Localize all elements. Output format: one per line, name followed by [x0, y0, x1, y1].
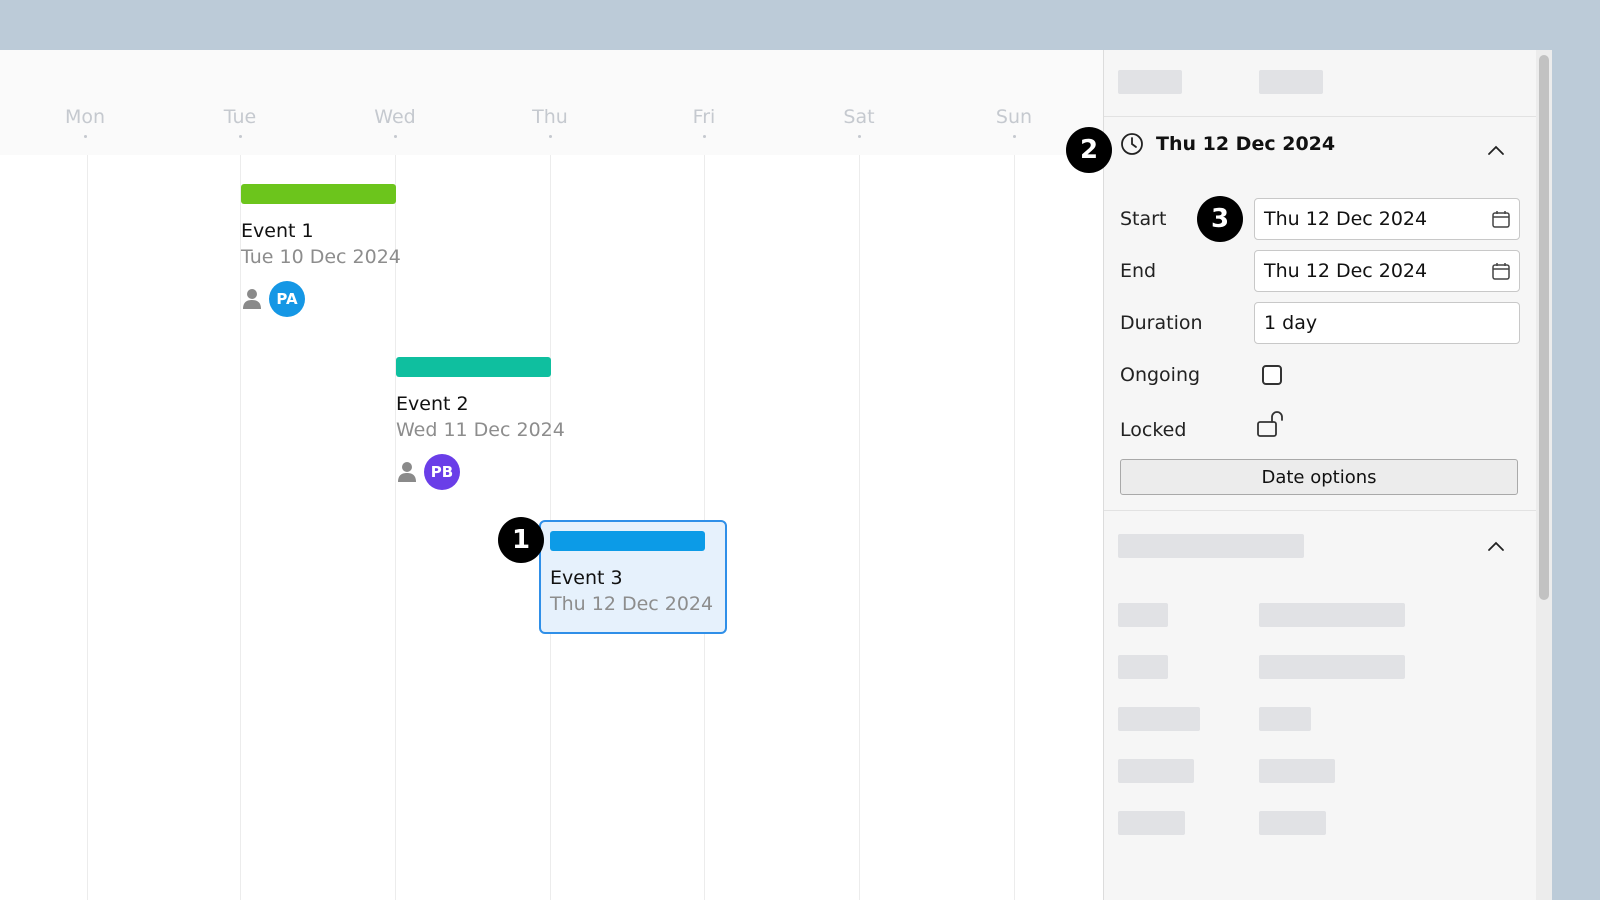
date-section-header[interactable]: Thu 12 Dec 2024	[1120, 132, 1335, 156]
locked-label: Locked	[1120, 419, 1187, 441]
event-2-name: Event 2	[396, 393, 469, 415]
skeleton-placeholder	[1118, 811, 1185, 835]
day-dot	[238, 135, 242, 138]
person-icon	[398, 462, 416, 482]
collapse-date-section-button[interactable]	[1484, 138, 1508, 162]
event-2-bar[interactable]	[396, 357, 551, 377]
event-1-name: Event 1	[241, 220, 314, 242]
day-header-row: Mon Tue Wed Thu Fri Sat Sun	[0, 50, 1103, 155]
event-1-assignee: PA	[243, 281, 305, 317]
duration-input[interactable]: 1 day	[1254, 302, 1520, 344]
duration-value: 1 day	[1264, 312, 1318, 334]
skeleton-placeholder	[1118, 70, 1182, 94]
gridline	[1014, 155, 1015, 900]
event-1-bar[interactable]	[241, 184, 396, 204]
start-date-input[interactable]: Thu 12 Dec 2024	[1254, 198, 1520, 240]
event-3[interactable]: Event 3 Thu 12 Dec 2024	[550, 531, 720, 631]
day-dot	[702, 135, 706, 138]
gridline	[87, 155, 88, 900]
skeleton-placeholder	[1118, 759, 1194, 783]
event-3-date: Thu 12 Dec 2024	[550, 593, 714, 615]
day-dot	[393, 135, 397, 138]
event-2-assignee: PB	[398, 454, 460, 490]
date-options-button[interactable]: Date options	[1120, 459, 1518, 495]
event-1[interactable]: Event 1 Tue 10 Dec 2024 PA	[241, 184, 441, 324]
day-dot	[857, 135, 861, 138]
unlocked-padlock-icon[interactable]	[1256, 410, 1288, 438]
clock-icon	[1121, 133, 1143, 155]
start-label: Start	[1120, 208, 1167, 230]
panel-scrollbar-thumb[interactable]	[1539, 55, 1549, 600]
event-2[interactable]: Event 2 Wed 11 Dec 2024 PB	[396, 357, 596, 497]
day-label-thu: Thu	[532, 106, 568, 128]
skeleton-placeholder	[1259, 70, 1323, 94]
ongoing-label: Ongoing	[1120, 364, 1201, 386]
day-dot	[1012, 135, 1016, 138]
day-label-sat: Sat	[843, 106, 875, 128]
avatar-pa[interactable]: PA	[269, 281, 305, 317]
day-label-wed: Wed	[374, 106, 416, 128]
calendar-icon[interactable]	[1491, 209, 1511, 229]
event-2-date: Wed 11 Dec 2024	[396, 419, 565, 441]
skeleton-placeholder	[1118, 655, 1168, 679]
start-date-value: Thu 12 Dec 2024	[1264, 208, 1428, 230]
day-label-tue: Tue	[223, 106, 257, 128]
event-3-name: Event 3	[550, 567, 623, 589]
duration-label: Duration	[1120, 312, 1203, 334]
day-label-mon: Mon	[64, 106, 106, 128]
event-3-bar[interactable]	[550, 531, 705, 551]
event-1-date: Tue 10 Dec 2024	[241, 246, 401, 268]
skeleton-placeholder	[1118, 534, 1304, 558]
skeleton-placeholder	[1259, 811, 1326, 835]
end-date-input[interactable]: Thu 12 Dec 2024	[1254, 250, 1520, 292]
skeleton-placeholder	[1259, 759, 1335, 783]
ongoing-checkbox[interactable]	[1262, 365, 1282, 385]
gridline	[859, 155, 860, 900]
day-dot	[83, 135, 87, 138]
skeleton-placeholder	[1118, 707, 1200, 731]
chevron-up-icon	[1488, 541, 1504, 551]
day-label-fri: Fri	[692, 106, 716, 128]
person-icon	[243, 289, 261, 309]
avatar-pb[interactable]: PB	[424, 454, 460, 490]
day-dot	[548, 135, 552, 138]
callout-marker-3: 3	[1197, 196, 1243, 242]
timeline-view: Mon Tue Wed Thu Fri Sat Sun Event 1 Tue …	[0, 50, 1103, 900]
end-label: End	[1120, 260, 1157, 282]
divider	[1104, 510, 1537, 511]
callout-marker-1: 1	[498, 517, 544, 563]
collapse-section-button[interactable]	[1484, 534, 1508, 558]
skeleton-placeholder	[1259, 707, 1311, 731]
divider	[1104, 116, 1537, 117]
callout-marker-2: 2	[1066, 127, 1112, 173]
app-window: Mon Tue Wed Thu Fri Sat Sun Event 1 Tue …	[0, 50, 1552, 900]
end-date-value: Thu 12 Dec 2024	[1264, 260, 1428, 282]
day-label-sun: Sun	[995, 106, 1033, 128]
skeleton-placeholder	[1259, 655, 1405, 679]
skeleton-placeholder	[1259, 603, 1405, 627]
calendar-icon[interactable]	[1491, 261, 1511, 281]
details-panel: Thu 12 Dec 2024 Start Thu 12 Dec 2024 En…	[1066, 50, 1537, 900]
date-section-title: Thu 12 Dec 2024	[1156, 133, 1336, 155]
chevron-up-icon	[1488, 145, 1504, 155]
skeleton-placeholder	[1118, 603, 1168, 627]
